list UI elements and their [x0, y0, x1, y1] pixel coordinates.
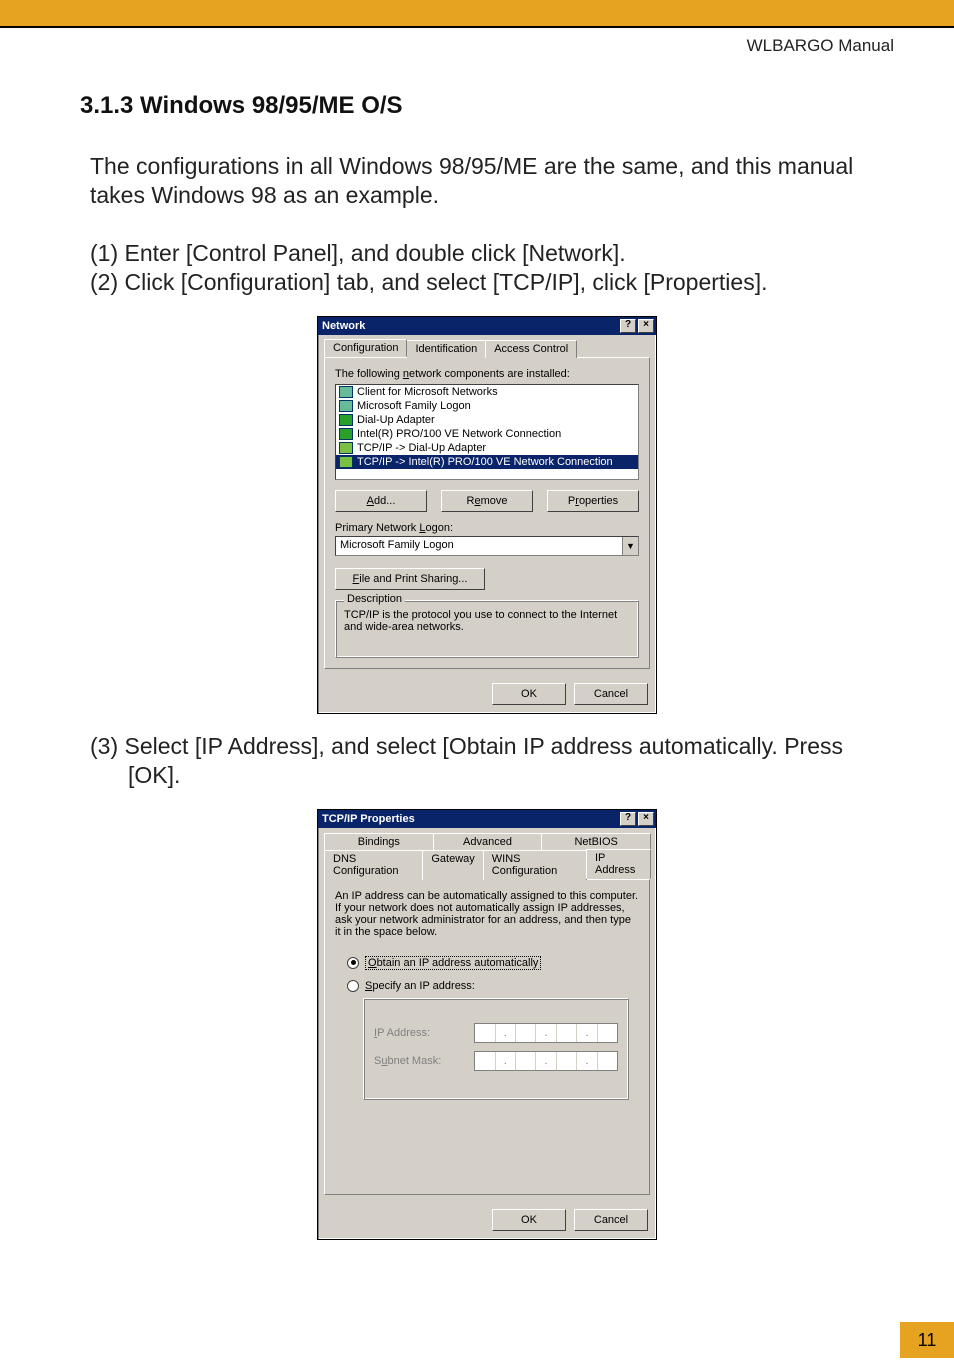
- client-icon: [339, 386, 353, 398]
- page-content: 3.1.3 Windows 98/95/ME O/S The configura…: [0, 28, 954, 1240]
- ip-address-label: IP Address:: [374, 1027, 460, 1039]
- adapter-icon: [339, 414, 353, 426]
- protocol-icon: [339, 456, 353, 468]
- components-listbox[interactable]: Client for Microsoft Networks Microsoft …: [335, 384, 639, 480]
- radio-obtain-auto[interactable]: Obtain an IP address automatically: [335, 954, 639, 972]
- cancel-button[interactable]: Cancel: [574, 1209, 648, 1231]
- help-icon[interactable]: ?: [620, 319, 636, 333]
- tcpip-tabs-row1: Bindings Advanced NetBIOS: [318, 828, 656, 849]
- tcpip-dialog: TCP/IP Properties ? × Bindings Advanced …: [317, 809, 657, 1240]
- tab-ip-address[interactable]: IP Address: [586, 849, 651, 879]
- network-panel: The following network components are ins…: [324, 357, 650, 669]
- close-icon[interactable]: ×: [638, 812, 654, 826]
- logon-label: Primary Network Logon:: [335, 522, 639, 534]
- manual-title: WLBARGO Manual: [747, 36, 894, 56]
- logon-combo[interactable]: Microsoft Family Logon ▼: [335, 536, 639, 556]
- components-label: The following network components are ins…: [335, 368, 639, 380]
- protocol-icon: [339, 442, 353, 454]
- tab-identification[interactable]: Identification: [406, 340, 486, 358]
- tab-configuration[interactable]: Configuration: [324, 339, 407, 357]
- intro-paragraph: The configurations in all Windows 98/95/…: [80, 152, 894, 211]
- tcpip-title: TCP/IP Properties: [322, 810, 415, 828]
- file-print-sharing-button[interactable]: File and Print Sharing...: [335, 568, 485, 590]
- step-2: (2) Click [Configuration] tab, and selec…: [80, 268, 894, 297]
- tcpip-info-text: An IP address can be automatically assig…: [335, 890, 639, 938]
- cancel-button[interactable]: Cancel: [574, 683, 648, 705]
- tcpip-panel: An IP address can be automatically assig…: [324, 879, 650, 1195]
- top-bar: [0, 0, 954, 28]
- list-item[interactable]: TCP/IP -> Dial-Up Adapter: [336, 441, 638, 455]
- description-text: TCP/IP is the protocol you use to connec…: [344, 609, 630, 633]
- ip-group: IP Address: ... Subnet Mask: ...: [363, 998, 629, 1100]
- subnet-mask-label: Subnet Mask:: [374, 1055, 460, 1067]
- help-icon[interactable]: ?: [620, 812, 636, 826]
- step-1: (1) Enter [Control Panel], and double cl…: [80, 239, 894, 268]
- tab-bindings[interactable]: Bindings: [324, 833, 434, 850]
- tcpip-tabs-row2: DNS Configuration Gateway WINS Configura…: [318, 849, 656, 879]
- remove-button[interactable]: Remove: [441, 490, 533, 512]
- tab-netbios[interactable]: NetBIOS: [541, 833, 651, 850]
- tab-advanced[interactable]: Advanced: [433, 833, 543, 850]
- network-tabs: Configuration Identification Access Cont…: [318, 335, 656, 357]
- add-button[interactable]: Add...: [335, 490, 427, 512]
- close-icon[interactable]: ×: [638, 319, 654, 333]
- tcpip-titlebar: TCP/IP Properties ? ×: [318, 810, 656, 828]
- list-item[interactable]: Intel(R) PRO/100 VE Network Connection: [336, 427, 638, 441]
- description-legend: Description: [344, 593, 405, 605]
- properties-button[interactable]: Properties: [547, 490, 639, 512]
- section-heading: 3.1.3 Windows 98/95/ME O/S: [80, 92, 894, 120]
- list-item[interactable]: Microsoft Family Logon: [336, 399, 638, 413]
- ok-button[interactable]: OK: [492, 1209, 566, 1231]
- tab-dns[interactable]: DNS Configuration: [324, 850, 423, 880]
- network-dialog: Network ? × Configuration Identification…: [317, 316, 657, 714]
- radio-icon: [347, 980, 359, 992]
- tab-gateway[interactable]: Gateway: [422, 850, 483, 880]
- list-item-selected[interactable]: TCP/IP -> Intel(R) PRO/100 VE Network Co…: [336, 455, 638, 469]
- list-item[interactable]: Dial-Up Adapter: [336, 413, 638, 427]
- radio-icon: [347, 957, 359, 969]
- step-3: (3) Select [IP Address], and select [Obt…: [80, 732, 894, 791]
- page-number: 11: [900, 1322, 954, 1358]
- description-group: Description TCP/IP is the protocol you u…: [335, 600, 639, 658]
- ok-button[interactable]: OK: [492, 683, 566, 705]
- ip-address-input: ...: [474, 1023, 618, 1043]
- network-titlebar: Network ? ×: [318, 317, 656, 335]
- list-item[interactable]: Client for Microsoft Networks: [336, 385, 638, 399]
- logon-value: Microsoft Family Logon: [336, 537, 622, 555]
- tab-wins[interactable]: WINS Configuration: [483, 850, 587, 880]
- network-title: Network: [322, 317, 365, 335]
- adapter-icon: [339, 428, 353, 440]
- tab-access-control[interactable]: Access Control: [485, 340, 577, 358]
- chevron-down-icon[interactable]: ▼: [622, 537, 638, 555]
- client-icon: [339, 400, 353, 412]
- subnet-mask-input: ...: [474, 1051, 618, 1071]
- radio-specify[interactable]: Specify an IP address:: [335, 978, 639, 994]
